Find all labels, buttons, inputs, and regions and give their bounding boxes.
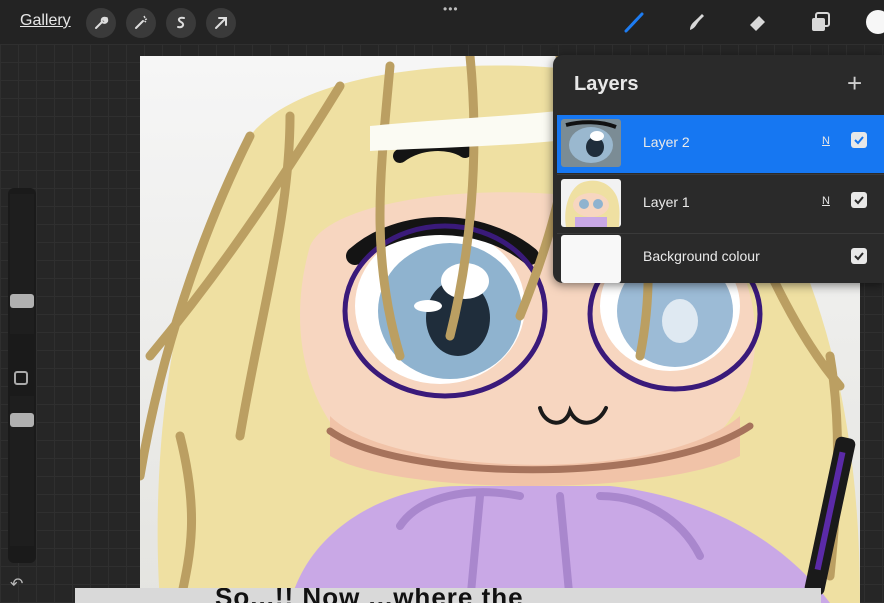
layer-thumbnail [561,235,621,283]
layers-icon [812,12,830,31]
wrench-icon [95,16,109,29]
transform-arrow-icon [215,17,227,29]
adjustments-button[interactable] [126,8,156,38]
brush-size-thumb[interactable] [10,294,34,308]
magic-wand-icon [135,15,148,29]
color-picker-button[interactable] [866,10,884,34]
layer-row-layer-2[interactable]: Layer 2 N [557,115,884,173]
layer-visibility-checkbox[interactable] [851,132,867,148]
checkmark-icon [854,136,864,145]
layers-panel-title: Layers [574,73,639,95]
checkmark-icon [854,252,864,261]
blend-mode-button[interactable]: N [822,195,830,207]
video-subtitle: So...!! Now ...where the [75,588,821,603]
selection-icon [177,16,185,29]
subtitle-text: So...!! Now ...where the [215,588,524,603]
top-toolbar: Gallery ••• [0,0,884,44]
layers-button[interactable] [806,8,834,36]
opacity-thumb[interactable] [10,413,34,427]
brush-button[interactable] [620,8,648,36]
layer-visibility-checkbox[interactable] [851,248,867,264]
transform-button[interactable] [206,8,236,38]
brush-size-slider[interactable] [10,194,34,334]
smudge-button[interactable] [682,8,710,36]
layer-name: Layer 2 [643,134,690,150]
more-dots[interactable]: ••• [443,2,459,16]
layer-name: Background colour [643,248,760,264]
add-layer-button[interactable]: + [847,70,862,96]
eraser-icon [750,16,765,31]
actions-button[interactable] [86,8,116,38]
layer-visibility-checkbox[interactable] [851,192,867,208]
left-sidebar [8,188,36,563]
layers-panel: Layers + Layer 2 N Layer 1 N Background … [553,55,884,283]
blend-mode-button[interactable]: N [822,135,830,147]
selection-button[interactable] [166,8,196,38]
gallery-button[interactable]: Gallery [20,12,71,30]
layer-thumbnail [561,119,621,167]
modify-button[interactable] [14,371,28,385]
layer-name: Layer 1 [643,194,690,210]
layer-row-layer-1[interactable]: Layer 1 N [557,175,884,233]
checkmark-icon [854,196,864,205]
eraser-button[interactable] [744,8,772,36]
undo-icon[interactable]: ↶ [10,574,23,594]
smudge-icon [690,14,704,30]
layer-thumbnail [561,179,621,227]
layer-row-background[interactable]: Background colour [557,231,884,283]
brush-icon [624,12,644,33]
